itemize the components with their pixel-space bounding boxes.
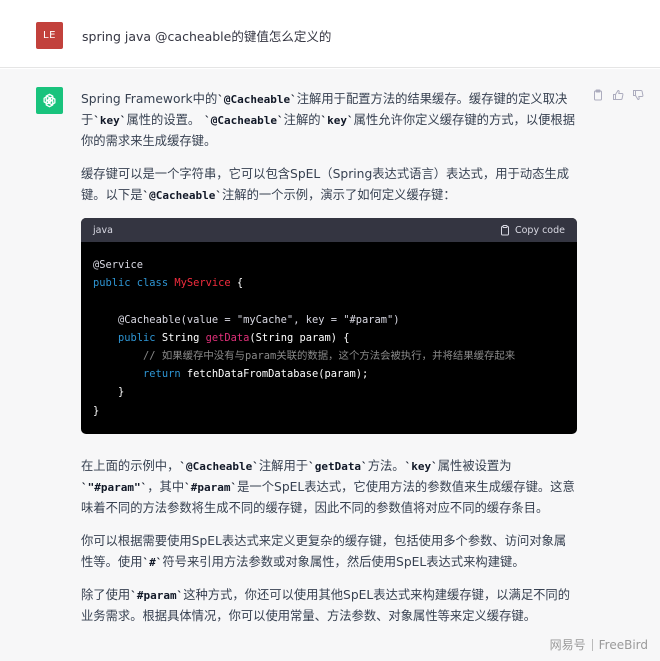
assistant-avatar xyxy=(36,87,63,114)
text: 在上面的示例中， xyxy=(81,458,180,473)
text: 除了使用 xyxy=(81,587,131,602)
text: 注解的 xyxy=(283,113,321,127)
inline-code: `#param` xyxy=(130,588,184,602)
inline-code: `#` xyxy=(142,555,163,569)
thumbs-down-icon[interactable] xyxy=(632,89,644,101)
code-class-name: MyService xyxy=(174,277,231,290)
watermark-right: FreeBird xyxy=(598,637,648,652)
code-line: @Service xyxy=(93,259,144,271)
inline-code: `@Cacheable` xyxy=(204,114,284,127)
openai-logo-icon xyxy=(43,93,56,108)
inline-code: `@Cacheable` xyxy=(142,189,222,202)
code-language: java xyxy=(93,224,113,236)
message-actions xyxy=(592,89,644,101)
assistant-message-row: Spring Framework中的`@Cacheable`注解用于配置方法的结… xyxy=(0,69,660,661)
code-text: String xyxy=(155,331,206,344)
thumbs-up-icon[interactable] xyxy=(612,89,624,101)
code-keyword: return xyxy=(143,368,181,381)
inline-code: `"#param"` xyxy=(81,480,148,494)
code-line: } xyxy=(118,386,125,399)
paragraph-4: 你可以根据需要使用SpEL表达式来定义更复杂的缓存键，包括使用多个参数、访问对象… xyxy=(81,531,577,573)
code-function-name: getData xyxy=(205,331,250,344)
inline-code: `getData` xyxy=(308,459,368,473)
watermark: 网易号 FreeBird xyxy=(550,636,648,653)
inline-code: `@Cacheable` xyxy=(217,93,297,106)
inline-code: `key` xyxy=(320,114,354,127)
inline-code: `@Cacheable` xyxy=(179,459,259,473)
text: 属性被设置为 xyxy=(437,458,512,473)
code-line: } xyxy=(93,404,100,417)
code-keyword: public class xyxy=(93,277,169,290)
code-keyword: public xyxy=(118,331,156,344)
inline-code: `key` xyxy=(404,459,438,473)
code-block: java Copy code @Service public class MyS… xyxy=(81,218,577,434)
text: 属性的设置。 xyxy=(126,113,201,127)
inline-code: `#param` xyxy=(184,480,238,494)
text: 符号来引用方法参数或对象属性，然后使用SpEL表达式来构建键。 xyxy=(162,554,525,569)
paragraph-2: 缓存键可以是一个字符串，它可以包含SpEL（Spring表达式语言）表达式，用于… xyxy=(81,164,577,206)
assistant-message-content: Spring Framework中的`@Cacheable`注解用于配置方法的结… xyxy=(81,89,577,639)
text: Spring Framework中的 xyxy=(81,92,218,106)
code-line: @Cacheable(value = "myCache", key = "#pa… xyxy=(118,313,400,326)
watermark-divider xyxy=(591,638,593,651)
text: ，其中 xyxy=(147,479,185,494)
inline-code: `key` xyxy=(93,114,127,127)
text: 注解的一个示例，演示了如何定义缓存键： xyxy=(221,188,456,202)
copy-code-label: Copy code xyxy=(514,224,565,236)
paragraph-3: 在上面的示例中，`@Cacheable`注解用于`getData`方法。`key… xyxy=(81,456,577,519)
code-content: @Service public class MyService { @Cache… xyxy=(81,242,577,434)
watermark-left: 网易号 xyxy=(549,638,586,652)
copy-code-button[interactable]: Copy code xyxy=(500,220,565,241)
text: 注解用于 xyxy=(258,458,309,473)
clipboard-icon xyxy=(500,224,509,235)
user-avatar: LE xyxy=(36,22,63,49)
code-text: { xyxy=(230,277,244,290)
code-text: (String param) { xyxy=(249,331,350,344)
code-comment: // 如果缓存中没有与param关联的数据，这个方法会被执行，并将结果缓存起来 xyxy=(143,350,516,363)
text: 方法。 xyxy=(367,458,405,473)
user-message-text: spring java @cacheable的键值怎么定义的 xyxy=(82,29,332,44)
paragraph-1: Spring Framework中的`@Cacheable`注解用于配置方法的结… xyxy=(81,89,577,152)
user-message-row: LE spring java @cacheable的键值怎么定义的 xyxy=(0,0,660,68)
clipboard-icon[interactable] xyxy=(592,89,604,101)
code-text: fetchDataFromDatabase(param); xyxy=(180,368,369,381)
code-block-header: java Copy code xyxy=(81,218,577,242)
paragraph-5: 除了使用`#param`这种方式，你还可以使用其他SpEL表达式来构建缓存键，以… xyxy=(81,585,577,627)
